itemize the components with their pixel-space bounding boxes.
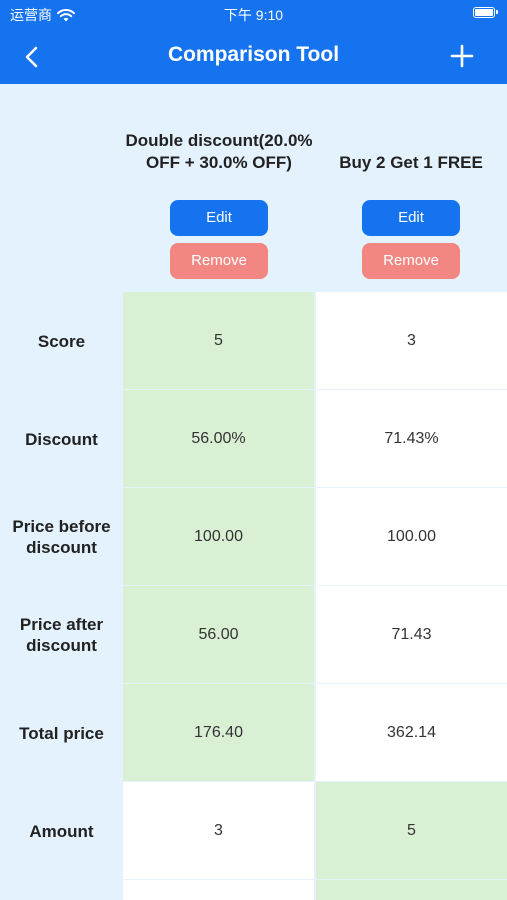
cell-total-price-col1: 176.40 [123, 684, 314, 781]
cell-total-price-col2: 362.14 [316, 684, 507, 781]
row-label-price-after: Price after discount [19, 615, 104, 655]
cell-discount-col2: 71.43% [316, 390, 507, 487]
status-time: 下午 9:10 [223, 7, 284, 23]
edit-button-col1[interactable]: Edit [170, 200, 268, 236]
cell-partial-col1 [123, 880, 314, 900]
row-label-price-before: Price before discount [12, 517, 111, 557]
add-plus-icon[interactable] [447, 41, 477, 71]
column-title-2: Buy 2 Get 1 FREE [339, 153, 483, 172]
cell-score-col1: 5 [123, 292, 314, 389]
edit-button-col2[interactable]: Edit [362, 200, 460, 236]
cell-partial-col2 [316, 880, 507, 900]
column-title-1: Double discount(20.0% OFF + 30.0% OFF) [125, 131, 313, 172]
cell-price-before-col2: 100.00 [316, 488, 507, 585]
status-bar: 运营商 下午 9:10 [0, 0, 507, 28]
page-title: Comparison Tool [167, 43, 340, 66]
row-label-amount: Amount [29, 821, 94, 841]
cell-price-before-col1: 100.00 [123, 488, 314, 585]
cell-amount-col2: 5 [316, 782, 507, 879]
cell-price-after-col2: 71.43 [316, 586, 507, 683]
cell-amount-col1: 3 [123, 782, 314, 879]
row-label-total-price: Total price [19, 723, 104, 743]
row-label-discount: Discount [25, 429, 98, 449]
remove-button-col1[interactable]: Remove [170, 243, 268, 279]
cell-price-after-col1: 56.00 [123, 586, 314, 683]
battery-icon [473, 7, 498, 18]
cell-discount-col1: 56.00% [123, 390, 314, 487]
cell-score-col2: 3 [316, 292, 507, 389]
remove-button-col2[interactable]: Remove [362, 243, 460, 279]
row-label-score: Score [37, 331, 86, 351]
nav-bar: Comparison Tool [0, 28, 507, 84]
